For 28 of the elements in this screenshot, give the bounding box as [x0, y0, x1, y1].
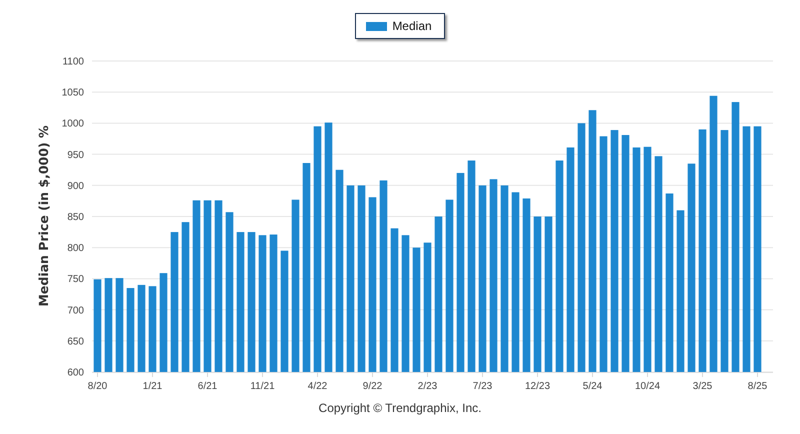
y-axis-tick-label: 1000	[62, 118, 84, 130]
y-axis-tick-label: 750	[67, 274, 84, 286]
y-axis-tick-label: 950	[67, 150, 84, 161]
x-axis-tick-label: 6/21	[198, 381, 218, 392]
x-axis-tick-label: 9/22	[362, 381, 382, 392]
x-axis-tick-label: 1/21	[142, 381, 162, 392]
x-axis-tick-label: 8/25	[748, 381, 768, 392]
y-axis-title: Median Price (in $,000) %	[36, 125, 51, 307]
y-axis-tick-label: 900	[67, 180, 84, 192]
y-axis-tick-label: 600	[67, 368, 84, 378]
y-axis-tick-label: 850	[67, 212, 84, 223]
y-axis-tick-label: 1050	[62, 88, 84, 99]
x-axis-tick-label: 11/21	[250, 381, 275, 392]
y-axis-tick-label: 1100	[62, 56, 84, 68]
x-axis-tick-label: 12/23	[524, 381, 550, 392]
x-axis-tick-label: 5/24	[582, 381, 602, 392]
x-axis-tick-label: 3/25	[692, 381, 712, 392]
legend-label: Median	[392, 19, 432, 33]
x-axis-tick-label: 8/20	[88, 381, 108, 392]
copyright-text: Copyright © Trendgraphix, Inc.	[318, 401, 482, 415]
x-axis-tick-label: 7/23	[472, 381, 492, 392]
x-axis-tick-label: 10/24	[634, 381, 660, 392]
legend-swatch	[366, 22, 388, 30]
y-axis-tick-label: 800	[67, 243, 84, 254]
x-axis-tick-label: 2/23	[418, 381, 438, 392]
x-axis-tick-label: 4/22	[308, 381, 328, 392]
y-axis-tick-label: 650	[67, 336, 84, 348]
y-axis-tick-label: 700	[67, 305, 84, 316]
